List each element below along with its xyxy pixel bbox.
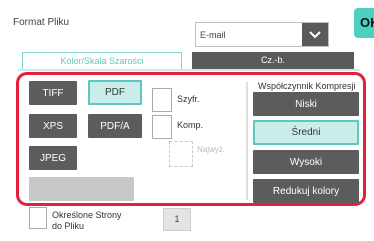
specified-pages-label-line2: do Pliku <box>52 221 85 231</box>
compression-title: Współczynnik Kompresji <box>258 81 356 91</box>
compression-low-button[interactable]: Niski <box>253 92 359 116</box>
format-pdfa-button[interactable]: PDF/A <box>88 114 142 138</box>
tab-color-grayscale[interactable]: Kolor/Skala Szarości <box>22 52 182 69</box>
format-file-screen: Format Pliku E-mail OK Kolor/Skala Szaro… <box>0 0 374 241</box>
pages-count-field[interactable]: 1 <box>163 208 191 231</box>
disabled-button <box>29 177 134 201</box>
specified-pages-label: Określone Strony do Pliku <box>52 210 122 232</box>
compact-label: Komp. <box>177 120 204 130</box>
encrypt-label: Szyfr. <box>177 94 200 104</box>
vertical-divider <box>246 82 248 200</box>
encrypt-checkbox[interactable] <box>152 88 172 112</box>
compact-checkbox[interactable] <box>152 115 172 139</box>
page-title: Format Pliku <box>13 17 70 28</box>
format-jpeg-button[interactable]: JPEG <box>29 146 77 170</box>
compression-high-button[interactable]: Wysoki <box>253 150 359 174</box>
tab-black-white[interactable]: Cz.-b. <box>192 52 354 69</box>
ultra-compact-checkbox <box>169 141 193 167</box>
ultra-compact-label: Najwyż. <box>197 145 226 154</box>
ok-button[interactable]: OK <box>354 8 374 38</box>
specified-pages-checkbox[interactable] <box>29 207 47 229</box>
chevron-down-icon[interactable] <box>302 23 328 46</box>
format-xps-button[interactable]: XPS <box>29 114 77 138</box>
file-type-dropdown[interactable]: E-mail <box>195 22 329 47</box>
reduce-colors-button[interactable]: Redukuj kolory <box>253 179 359 203</box>
file-type-value: E-mail <box>200 30 226 40</box>
format-pdf-button[interactable]: PDF <box>88 80 142 105</box>
compression-medium-button[interactable]: Średni <box>253 120 359 145</box>
specified-pages-label-line1: Określone Strony <box>52 210 122 220</box>
tab-underline <box>18 69 360 71</box>
format-tiff-button[interactable]: TIFF <box>29 81 77 105</box>
